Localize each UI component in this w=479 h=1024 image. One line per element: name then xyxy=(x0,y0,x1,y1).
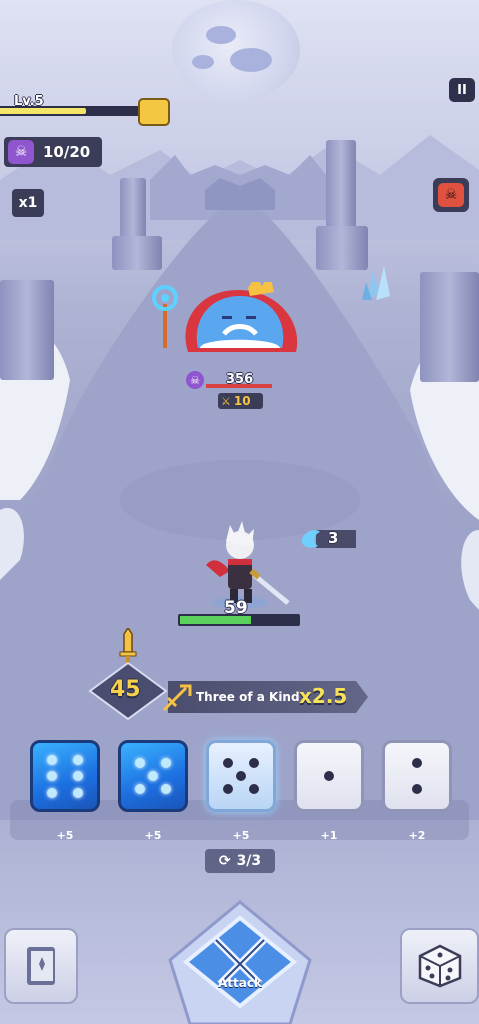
reroll-icon: ⟳ xyxy=(218,853,231,869)
reroll-label: 3/3 xyxy=(236,853,262,869)
left-pillar-base xyxy=(112,236,162,270)
die-pip xyxy=(47,771,58,781)
kill-count-label: 10/20 xyxy=(43,143,91,161)
enemy-hp-label: 356 xyxy=(226,372,254,387)
trident-icon xyxy=(162,684,192,712)
book-icon xyxy=(27,947,55,985)
boss-skull-icon: ☠ xyxy=(438,183,464,207)
level-label: Lv.5 xyxy=(14,94,44,109)
die-bonus-label: +2 xyxy=(408,829,426,842)
right-ruin xyxy=(420,272,479,382)
die-4[interactable] xyxy=(294,740,364,812)
die-2[interactable] xyxy=(118,740,188,812)
combo-score: 45 xyxy=(110,677,141,702)
die-pip xyxy=(72,787,83,798)
die-bonus-label: +5 xyxy=(144,829,162,842)
die-pip xyxy=(72,771,83,781)
die-pip xyxy=(412,757,422,768)
combo-multiplier: x2.5 xyxy=(299,684,348,708)
dice-icon xyxy=(418,944,461,988)
die-pip xyxy=(47,787,58,798)
shield-value: 3 xyxy=(328,529,339,547)
die-pip xyxy=(135,757,146,768)
die-pip xyxy=(135,784,146,795)
pause-button[interactable]: II xyxy=(449,78,475,102)
speed-toggle-button[interactable]: x1 xyxy=(12,189,44,217)
die-pip xyxy=(223,784,234,795)
hero-hp-label: 59 xyxy=(224,598,248,618)
die-1[interactable] xyxy=(30,740,100,812)
sword-icon: ⚔ xyxy=(221,394,231,408)
die-pip xyxy=(248,784,259,795)
hero-character xyxy=(206,521,290,609)
left-ruin xyxy=(0,280,54,380)
game-scene: Lv.5 II ☠ 10/20 x1 ☠ ☠ 356 ⚔ 10 59 3 45 … xyxy=(0,0,479,1024)
die-bonus-label: +5 xyxy=(232,829,250,842)
skull-icon: ☠ xyxy=(8,140,34,164)
die-pip xyxy=(160,784,171,795)
enemy-attack-intent: ⚔ 10 xyxy=(218,393,263,409)
die-pip xyxy=(236,771,246,781)
die-pip xyxy=(412,784,422,795)
die-bonus-label: +5 xyxy=(56,829,74,842)
enemy-slime-king[interactable] xyxy=(178,282,308,360)
die-5[interactable] xyxy=(382,740,452,812)
die-pip xyxy=(248,757,259,768)
die-pip xyxy=(47,754,58,765)
enemy-type-icon: ☠ xyxy=(186,371,204,389)
codex-button[interactable] xyxy=(4,928,78,1004)
reroll-counter[interactable]: ⟳ 3/3 xyxy=(205,849,275,873)
die-pip xyxy=(148,771,158,781)
boss-button[interactable]: ☠ xyxy=(433,178,469,212)
dice-collection-button[interactable] xyxy=(400,928,479,1004)
die-bonus-label: +1 xyxy=(320,829,338,842)
enemy-attack-value: 10 xyxy=(233,394,251,408)
die-pip xyxy=(324,771,334,781)
die-3[interactable] xyxy=(206,740,276,812)
attack-button-label[interactable]: Attack xyxy=(214,976,266,990)
die-pip xyxy=(160,757,171,768)
moon xyxy=(172,0,300,100)
enemy-staff xyxy=(152,285,178,348)
attack-button[interactable] xyxy=(160,900,320,1024)
die-pip xyxy=(223,757,234,768)
die-pip xyxy=(72,754,83,765)
ice-crystal xyxy=(362,266,390,300)
hand-name: Three of a Kind xyxy=(196,690,300,704)
xp-medal-icon xyxy=(138,98,170,126)
right-pillar xyxy=(326,140,356,240)
